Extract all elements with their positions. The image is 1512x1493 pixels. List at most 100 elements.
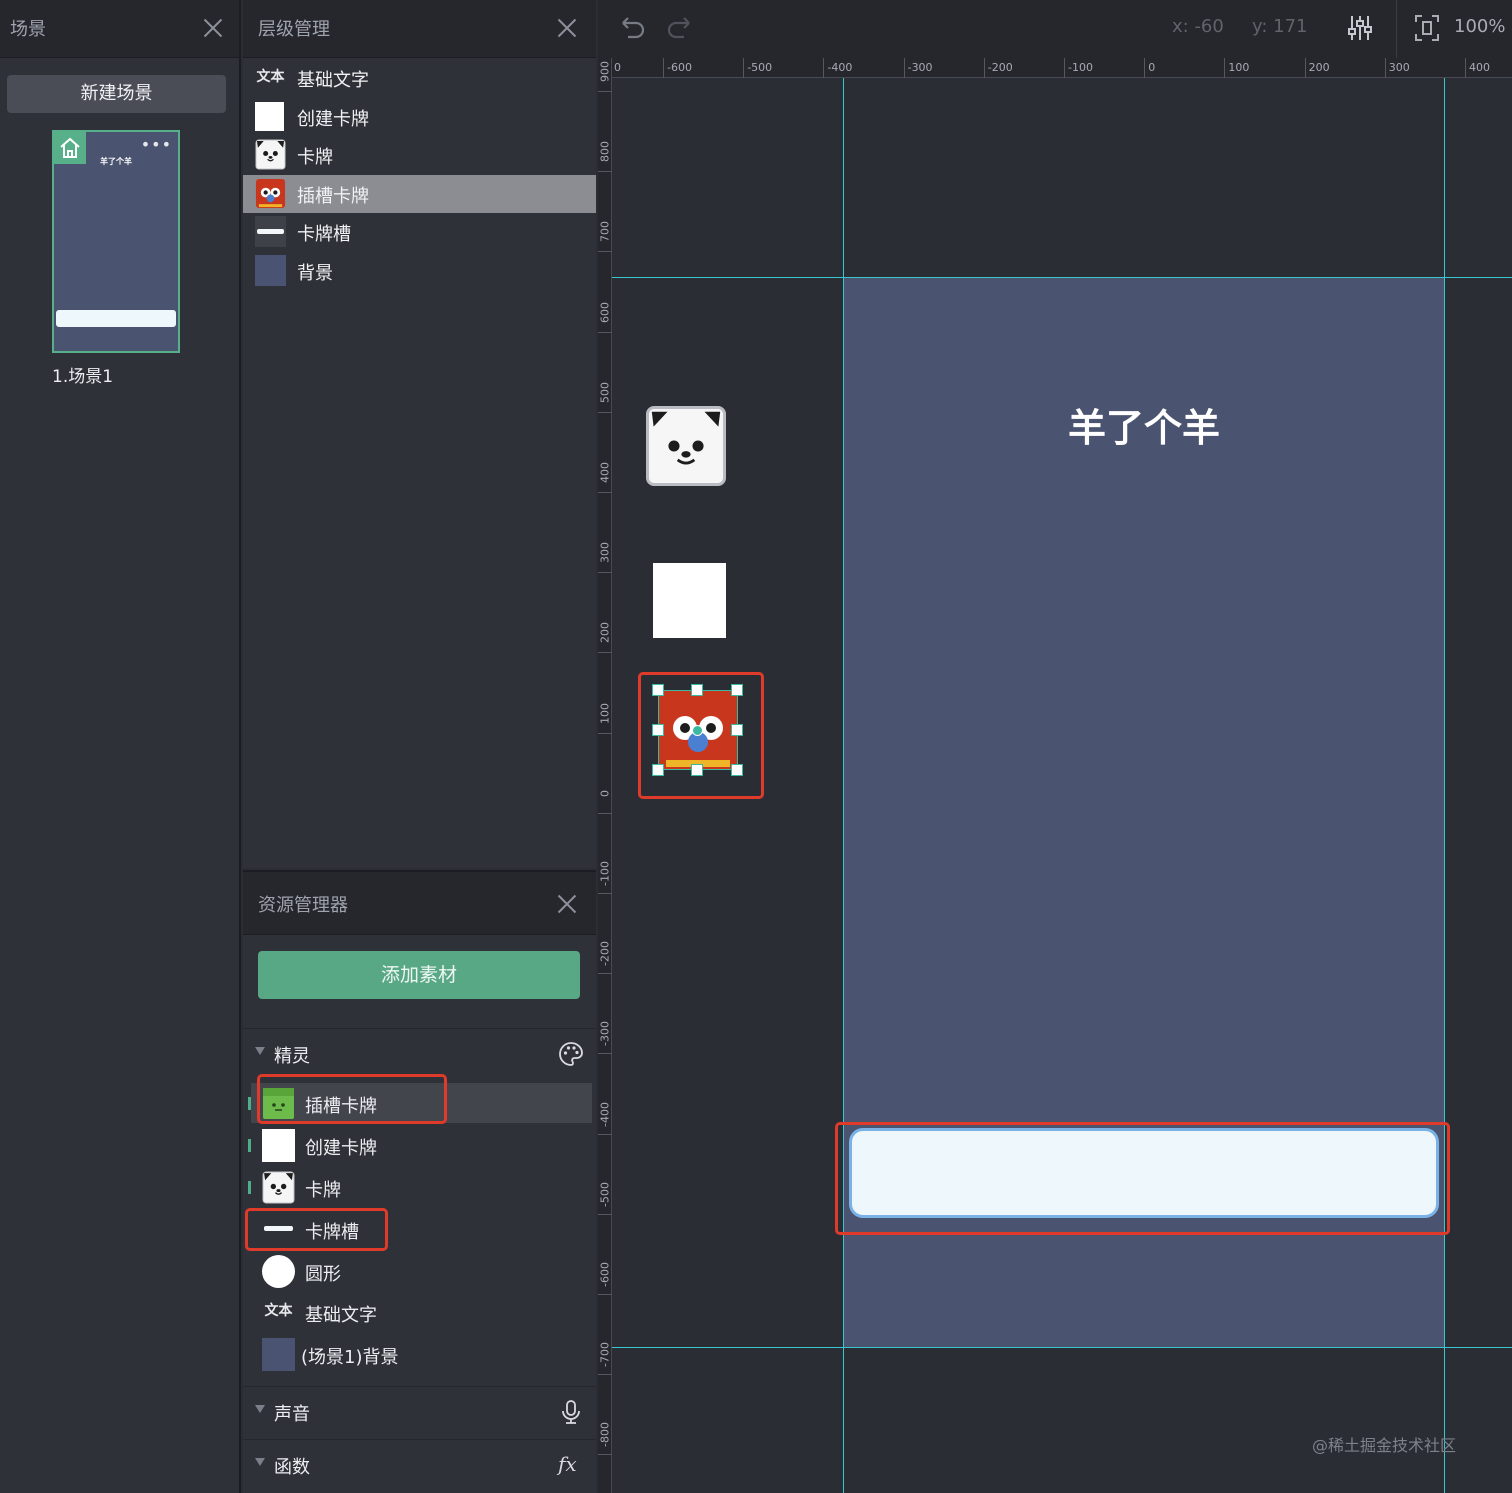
layer-item-label: 卡牌槽 <box>297 224 351 245</box>
circle-icon <box>262 1255 295 1288</box>
ruler-label: 0 <box>598 789 612 797</box>
ruler-label: 400 <box>598 462 612 483</box>
background-swatch-icon <box>255 255 286 286</box>
ruler-tick: 300 <box>1384 58 1410 78</box>
layer-item-label: 创建卡牌 <box>297 109 369 130</box>
ruler-label: -500 <box>747 61 773 74</box>
card-sprite[interactable] <box>646 406 726 486</box>
ruler-tick: 300 <box>598 542 612 574</box>
scene-name: 1.场景1 <box>52 367 114 387</box>
sprites-section-label: 精灵 <box>274 1046 310 1067</box>
asset-item-label: 基础文字 <box>305 1305 377 1326</box>
ruler-tick: -800 <box>598 1422 612 1456</box>
text-icon: 文本 <box>256 69 285 85</box>
layer-item-card[interactable]: 卡牌 <box>243 136 596 174</box>
ruler-tick: 900 <box>598 61 612 92</box>
layer-panel: 层级管理 文本 基础文字 创建卡牌 卡牌 插槽卡牌 卡牌槽 背景 <box>243 0 596 868</box>
ruler-tick: -500 <box>743 58 772 78</box>
layer-item-label: 基础文字 <box>297 70 369 91</box>
layer-item-text[interactable]: 文本 基础文字 <box>243 59 596 97</box>
scene-thumbnail[interactable]: ••• 羊了个羊 <box>52 130 180 353</box>
ruler-tick: -300 <box>598 1021 612 1055</box>
microphone-icon[interactable] <box>558 1399 584 1425</box>
ruler-label: 200 <box>1308 61 1330 74</box>
ruler-label: -400 <box>827 61 853 74</box>
function-icon[interactable]: fx <box>558 1452 584 1478</box>
sprites-section-header[interactable]: 精灵 <box>243 1028 596 1078</box>
stage-title-text[interactable]: 羊了个羊 <box>843 397 1445 452</box>
layer-item-slot-card[interactable]: 插槽卡牌 <box>243 175 596 213</box>
asset-item-card[interactable]: 卡牌 <box>243 1167 596 1207</box>
fit-screen-icon[interactable] <box>1414 14 1440 42</box>
ruler-tick: -300 <box>903 58 933 78</box>
ruler-tick: -100 <box>1064 58 1093 78</box>
ruler-tick: -400 <box>598 1102 612 1135</box>
ruler-label: -800 <box>598 1422 612 1448</box>
guide-line-bottom <box>612 1347 1512 1348</box>
ruler-tick: 200 <box>1304 58 1330 78</box>
caret-down-icon <box>255 1458 265 1466</box>
more-options-icon[interactable]: ••• <box>141 137 172 153</box>
ruler-label: -200 <box>987 61 1013 74</box>
create-card-sprite[interactable] <box>653 563 726 638</box>
undo-icon[interactable] <box>616 13 648 45</box>
close-icon[interactable] <box>556 893 578 915</box>
panda-icon <box>255 139 286 170</box>
redo-icon[interactable] <box>664 13 696 45</box>
caret-down-icon <box>255 1047 265 1055</box>
cursor-y-readout: y: 171 <box>1252 16 1308 37</box>
scene-panel: 场景 新建场景 ••• 羊了个羊 1.场景1 <box>0 0 241 1493</box>
ruler-label: 300 <box>1388 61 1410 74</box>
asset-item-create-card[interactable]: 创建卡牌 <box>243 1125 596 1165</box>
highlight-slot-bar-asset <box>245 1208 388 1251</box>
asset-item-label: (场景1)背景 <box>301 1347 399 1368</box>
horizontal-ruler: 0 -600 -500 -400 -300 -200 -100 0 100 200 300 400 <box>610 58 1512 78</box>
sound-section-header[interactable]: 声音 <box>243 1386 596 1436</box>
scene-panel-title: 场景 <box>10 19 46 40</box>
slot-card-icon <box>255 178 286 209</box>
ruler-tick: 500 <box>598 382 612 413</box>
palette-icon[interactable] <box>558 1041 584 1067</box>
asset-marker <box>248 1139 251 1152</box>
ruler-label: -700 <box>598 1342 612 1368</box>
settings-sliders-icon[interactable] <box>1346 14 1374 42</box>
layer-item-label: 插槽卡牌 <box>297 186 369 207</box>
ruler-tick: -400 <box>823 58 852 78</box>
ruler-tick: 0 <box>598 790 612 814</box>
new-scene-button[interactable]: 新建场景 <box>7 75 226 113</box>
ruler-tick: 100 <box>598 703 612 734</box>
sound-section-label: 声音 <box>274 1404 310 1425</box>
ruler-label: 0 <box>1148 61 1156 74</box>
guide-line-left <box>843 78 844 1493</box>
canvas-area[interactable]: x: -60 y: 171 100% 0 -600 -500 -400 -300 -200… <box>598 0 1512 1493</box>
ruler-tick: -200 <box>983 58 1013 78</box>
zoom-level[interactable]: 100% <box>1454 16 1505 37</box>
layer-item-background[interactable]: 背景 <box>243 252 596 290</box>
ruler-tick: -600 <box>598 1262 612 1295</box>
ruler-label: 600 <box>598 301 612 323</box>
asset-item-background[interactable]: (场景1)背景 <box>243 1334 596 1374</box>
asset-item-text[interactable]: 文本 基础文字 <box>243 1292 596 1332</box>
asset-item-circle[interactable]: 圆形 <box>243 1251 596 1291</box>
ruler-label: -600 <box>598 1262 612 1287</box>
asset-item-label: 创建卡牌 <box>305 1138 377 1159</box>
ruler-tick: 400 <box>598 462 612 493</box>
ruler-label: -100 <box>598 861 612 886</box>
function-section-label: 函数 <box>274 1457 310 1478</box>
close-icon[interactable] <box>202 17 224 39</box>
layer-panel-title: 层级管理 <box>258 19 330 40</box>
close-icon[interactable] <box>556 17 578 39</box>
add-asset-button[interactable]: 添加素材 <box>258 951 580 999</box>
function-section-header[interactable]: 函数 fx <box>243 1439 596 1489</box>
ruler-label: 200 <box>598 622 612 644</box>
ruler-tick: 600 <box>598 302 612 333</box>
layer-item-create-card[interactable]: 创建卡牌 <box>243 98 596 136</box>
panda-icon <box>262 1171 295 1204</box>
canvas-toolbar: x: -60 y: 171 100% <box>598 0 1512 58</box>
watermark: @稀土掘金技术社区 <box>1312 1436 1457 1455</box>
text-icon: 文本 <box>264 1303 293 1319</box>
ruler-label: 800 <box>598 141 612 163</box>
guide-line-top <box>612 277 1512 278</box>
layer-item-slot-bar[interactable]: 卡牌槽 <box>243 213 596 251</box>
resource-panel-header: 资源管理器 <box>243 872 596 935</box>
